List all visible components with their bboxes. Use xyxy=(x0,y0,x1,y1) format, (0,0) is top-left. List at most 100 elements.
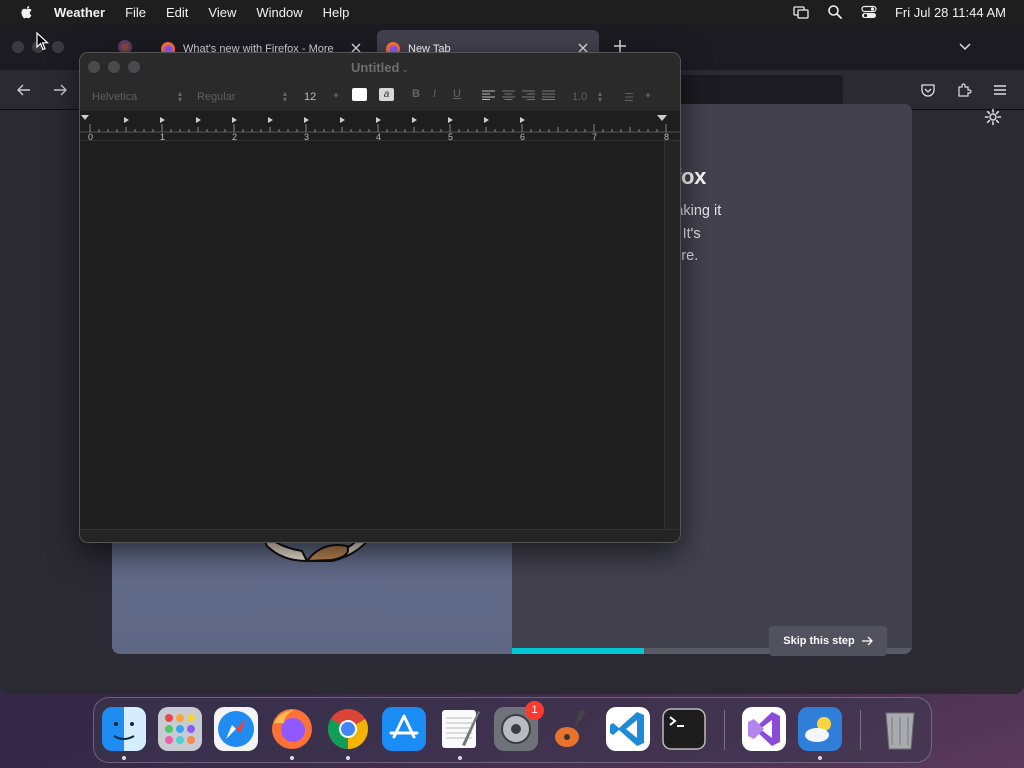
menu-window[interactable]: Window xyxy=(256,5,302,20)
url-bar[interactable] xyxy=(660,75,843,105)
align-justify-icon[interactable] xyxy=(542,90,555,100)
ruler-scale: 0 1 2 3 4 5 6 7 8 xyxy=(80,115,680,142)
ruler-label: 7 xyxy=(592,132,597,141)
running-indicator xyxy=(290,756,294,760)
safari-compass-icon xyxy=(214,707,258,751)
dock-weather[interactable] xyxy=(798,707,842,751)
line-spacing-select[interactable]: 1.0 ▴ ▾ xyxy=(568,87,604,107)
ruler-label: 8 xyxy=(664,132,669,141)
skip-step-button[interactable]: Skip this step xyxy=(769,626,887,656)
spotlight-search-icon[interactable] xyxy=(827,4,843,20)
list-bullets-icon: ☰ xyxy=(624,91,634,104)
highlight-color-swatch[interactable]: a xyxy=(379,88,394,101)
menu-edit[interactable]: Edit xyxy=(166,5,188,20)
dock-garageband[interactable] xyxy=(550,707,594,751)
font-size-value: 12 xyxy=(304,91,317,103)
document-title[interactable]: Untitled ⌄ xyxy=(80,60,680,75)
tab-stop-marker[interactable] xyxy=(196,117,201,123)
extensions-puzzle-icon[interactable] xyxy=(956,82,972,98)
mouse-cursor-icon xyxy=(36,32,50,51)
align-center-icon[interactable] xyxy=(502,90,515,100)
menu-view[interactable]: View xyxy=(208,5,236,20)
vertical-scrollbar[interactable] xyxy=(664,141,680,529)
left-indent-marker[interactable] xyxy=(81,115,89,120)
forward-arrow-icon[interactable] xyxy=(52,82,68,98)
bold-button[interactable]: B xyxy=(412,88,420,100)
right-margin-marker[interactable] xyxy=(657,115,667,121)
tab-stop-marker[interactable] xyxy=(340,117,345,123)
hamburger-menu-icon[interactable] xyxy=(992,82,1008,98)
dock-visual-studio[interactable] xyxy=(742,707,786,751)
firefox-icon xyxy=(272,709,312,749)
dock-trash[interactable] xyxy=(878,707,922,751)
trash-icon xyxy=(885,712,915,750)
underline-button[interactable]: U xyxy=(453,88,461,100)
align-right-icon[interactable] xyxy=(522,90,535,100)
chevron-down-icon: ▾ xyxy=(645,91,650,100)
running-indicator xyxy=(818,756,822,760)
text-color-swatch[interactable] xyxy=(352,88,367,101)
horizontal-scrollbar[interactable] xyxy=(80,529,680,542)
tab-stop-marker[interactable] xyxy=(160,117,165,123)
title-chevron-icon: ⌄ xyxy=(401,64,409,74)
textedit-window: Untitled ⌄ Helvetica ▴ ▾ Regular ▴ ▾ 12 ▾ 1… xyxy=(79,52,681,543)
tab-stop-marker[interactable] xyxy=(304,117,309,123)
dock-firefox[interactable] xyxy=(270,707,314,751)
tab-stop-marker[interactable] xyxy=(268,117,273,123)
control-center-icon[interactable] xyxy=(861,4,877,20)
menu-app-name[interactable]: Weather xyxy=(54,5,105,20)
app-store-icon xyxy=(382,707,426,751)
stepper-arrows-icon: ▴ ▾ xyxy=(177,89,182,104)
tab-stop-marker[interactable] xyxy=(124,117,129,123)
dock-launchpad[interactable] xyxy=(158,707,202,751)
tab-stop-marker[interactable] xyxy=(448,117,453,123)
dock-finder[interactable] xyxy=(102,707,146,751)
dock-textedit[interactable] xyxy=(438,707,482,751)
tab-stop-marker[interactable] xyxy=(520,117,525,123)
ruler-label: 6 xyxy=(520,132,525,141)
pocket-icon[interactable] xyxy=(920,82,936,98)
ruler-label: 1 xyxy=(160,132,165,141)
visual-studio-icon xyxy=(742,707,786,751)
screen-mirroring-icon[interactable] xyxy=(793,4,809,20)
running-indicator xyxy=(346,756,350,760)
tab-stop-marker[interactable] xyxy=(484,117,489,123)
dock-separator xyxy=(724,710,725,750)
gear-icon[interactable] xyxy=(984,108,1002,126)
font-style-select[interactable]: Regular ▴ ▾ xyxy=(193,87,289,107)
dock-chrome[interactable] xyxy=(326,707,370,751)
line-spacing-value: 1.0 xyxy=(572,91,588,103)
ruler-label: 4 xyxy=(376,132,381,141)
back-arrow-icon[interactable] xyxy=(16,82,32,98)
list-style-select[interactable]: ☰ ▾ xyxy=(620,87,652,107)
dock-app-store[interactable] xyxy=(382,707,426,751)
running-indicator xyxy=(122,756,126,760)
document-text-area[interactable] xyxy=(80,141,664,529)
document-title-text: Untitled xyxy=(351,60,400,75)
menu-help[interactable]: Help xyxy=(323,5,350,20)
menu-file[interactable]: File xyxy=(125,5,146,20)
font-size-combo[interactable]: 12 ▾ xyxy=(300,87,340,107)
finder-icon xyxy=(102,707,146,751)
dock-vscode[interactable] xyxy=(606,707,650,751)
font-family-select[interactable]: Helvetica ▴ ▾ xyxy=(88,87,184,107)
arrow-right-icon xyxy=(861,636,873,646)
align-left-icon[interactable] xyxy=(482,90,495,100)
tab-stop-marker[interactable] xyxy=(412,117,417,123)
menu-clock[interactable]: Fri Jul 28 11:44 AM xyxy=(895,5,1006,20)
italic-button[interactable]: I xyxy=(433,88,436,100)
tab-stop-marker[interactable] xyxy=(376,117,381,123)
tab-stop-marker[interactable] xyxy=(232,117,237,123)
apple-menu-icon[interactable] xyxy=(19,4,35,20)
ruler[interactable]: 0 1 2 3 4 5 6 7 8 xyxy=(80,111,680,142)
weather-icon xyxy=(798,707,842,751)
dock-safari[interactable] xyxy=(214,707,258,751)
font-style-value: Regular xyxy=(197,91,236,103)
textedit-title-bar[interactable]: Untitled ⌄ xyxy=(80,53,680,83)
list-all-tabs-chevron-icon[interactable] xyxy=(958,40,972,54)
settings-notification-badge: 1 xyxy=(525,701,544,720)
close-window-button[interactable] xyxy=(12,41,24,53)
zoom-window-button[interactable] xyxy=(52,41,64,53)
ruler-label: 3 xyxy=(304,132,309,141)
dock-terminal[interactable] xyxy=(662,707,706,751)
